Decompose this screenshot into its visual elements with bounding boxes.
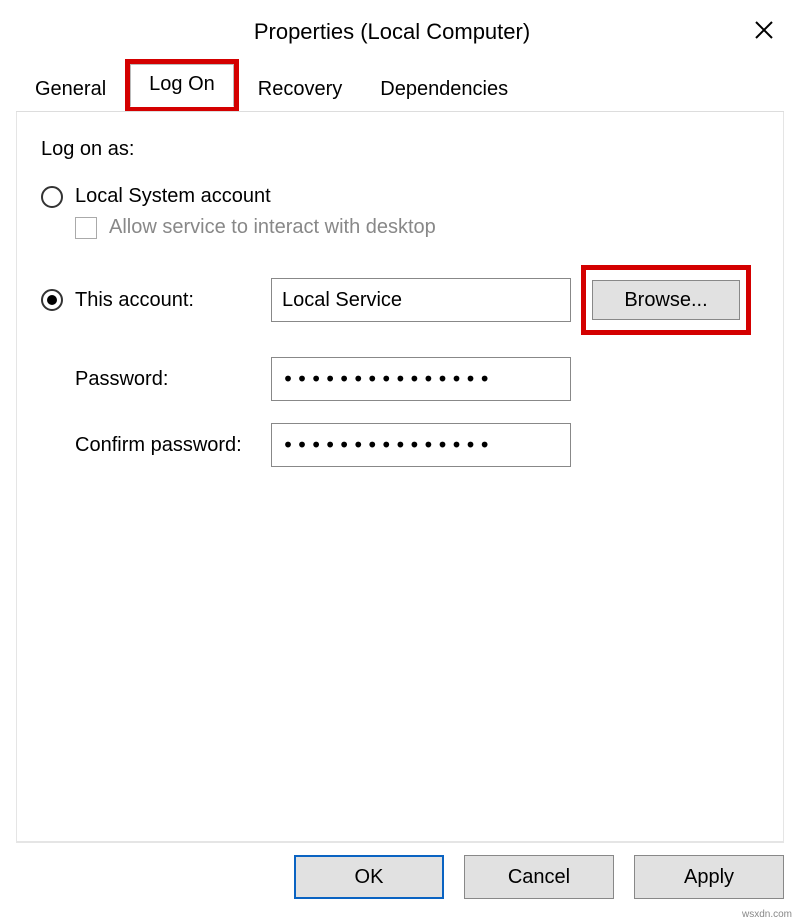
confirm-password-label: Confirm password: [41,434,271,457]
tab-general[interactable]: General [16,69,125,112]
tab-dependencies[interactable]: Dependencies [361,69,527,112]
password-input[interactable] [271,357,571,401]
tab-recovery[interactable]: Recovery [239,69,361,112]
radio-local-system[interactable] [41,186,63,208]
checkbox-interact-desktop [75,217,97,239]
highlight-browse: Browse... [581,265,751,335]
password-label: Password: [41,368,271,391]
apply-button[interactable]: Apply [634,855,784,899]
dialog-title: Properties (Local Computer) [0,19,784,45]
ok-button[interactable]: OK [294,855,444,899]
account-input[interactable] [271,278,571,322]
radio-this-account[interactable] [41,289,63,311]
checkbox-interact-desktop-label: Allow service to interact with desktop [109,216,436,239]
close-icon [754,20,774,40]
close-button[interactable] [748,14,780,46]
highlight-logon-tab: Log On [125,59,239,112]
tab-log-on[interactable]: Log On [130,64,234,107]
cancel-button[interactable]: Cancel [464,855,614,899]
browse-button[interactable]: Browse... [592,280,740,320]
tab-underline [16,111,784,112]
log-on-as-label: Log on as: [41,138,759,161]
dialog-body: Log on as: Local System account Allow se… [16,112,784,842]
confirm-password-input[interactable] [271,423,571,467]
radio-local-system-label[interactable]: Local System account [75,185,271,208]
watermark: wsxdn.com [742,909,792,920]
footer-divider [16,842,784,843]
radio-this-account-label[interactable]: This account: [75,289,194,312]
